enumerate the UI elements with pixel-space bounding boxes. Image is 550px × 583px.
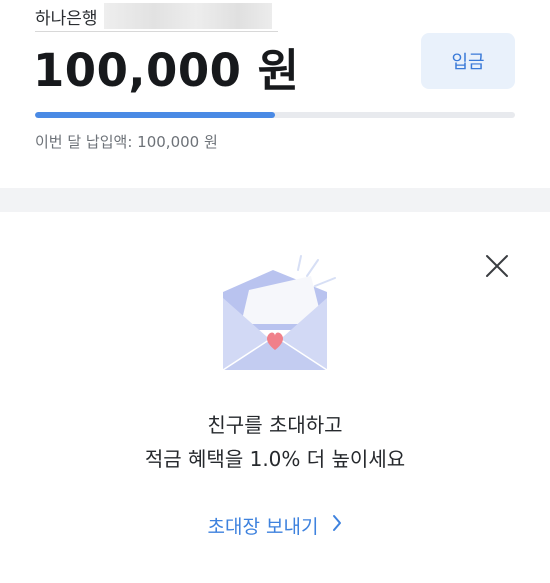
masked-account-number xyxy=(103,3,272,29)
invite-message: 친구를 초대하고 적금 혜택을 1.0% 더 높이세요 xyxy=(0,408,550,476)
envelope-heart-icon xyxy=(222,255,336,371)
monthly-deposit-value: 100,000 원 xyxy=(137,133,218,151)
account-balance: 100,000 원 xyxy=(33,44,300,97)
send-invitation-label: 초대장 보내기 xyxy=(207,516,319,538)
send-invitation-link[interactable]: 초대장 보내기 xyxy=(0,512,550,539)
savings-progress-bar xyxy=(35,112,515,118)
close-button[interactable] xyxy=(482,251,512,281)
monthly-deposit-row: 이번 달 납입액: 100,000 원 xyxy=(35,131,218,152)
bank-underline xyxy=(35,31,278,32)
chevron-right-icon xyxy=(332,514,342,537)
invite-banner: 친구를 초대하고 적금 혜택을 1.0% 더 높이세요 초대장 보내기 xyxy=(0,212,550,583)
monthly-deposit-label: 이번 달 납입액: xyxy=(35,133,133,151)
invite-message-line2: 적금 혜택을 1.0% 더 높이세요 xyxy=(144,447,406,471)
account-card: 하나은행 100,000 원 입금 이번 달 납입액: 100,000 원 xyxy=(0,0,550,188)
deposit-button[interactable]: 입금 xyxy=(421,33,515,89)
invite-message-line1: 친구를 초대하고 xyxy=(207,413,343,437)
savings-progress-fill xyxy=(35,112,275,118)
bank-row: 하나은행 xyxy=(35,2,272,30)
close-icon xyxy=(486,255,508,277)
bank-name: 하나은행 xyxy=(35,8,98,29)
section-divider xyxy=(0,188,550,212)
